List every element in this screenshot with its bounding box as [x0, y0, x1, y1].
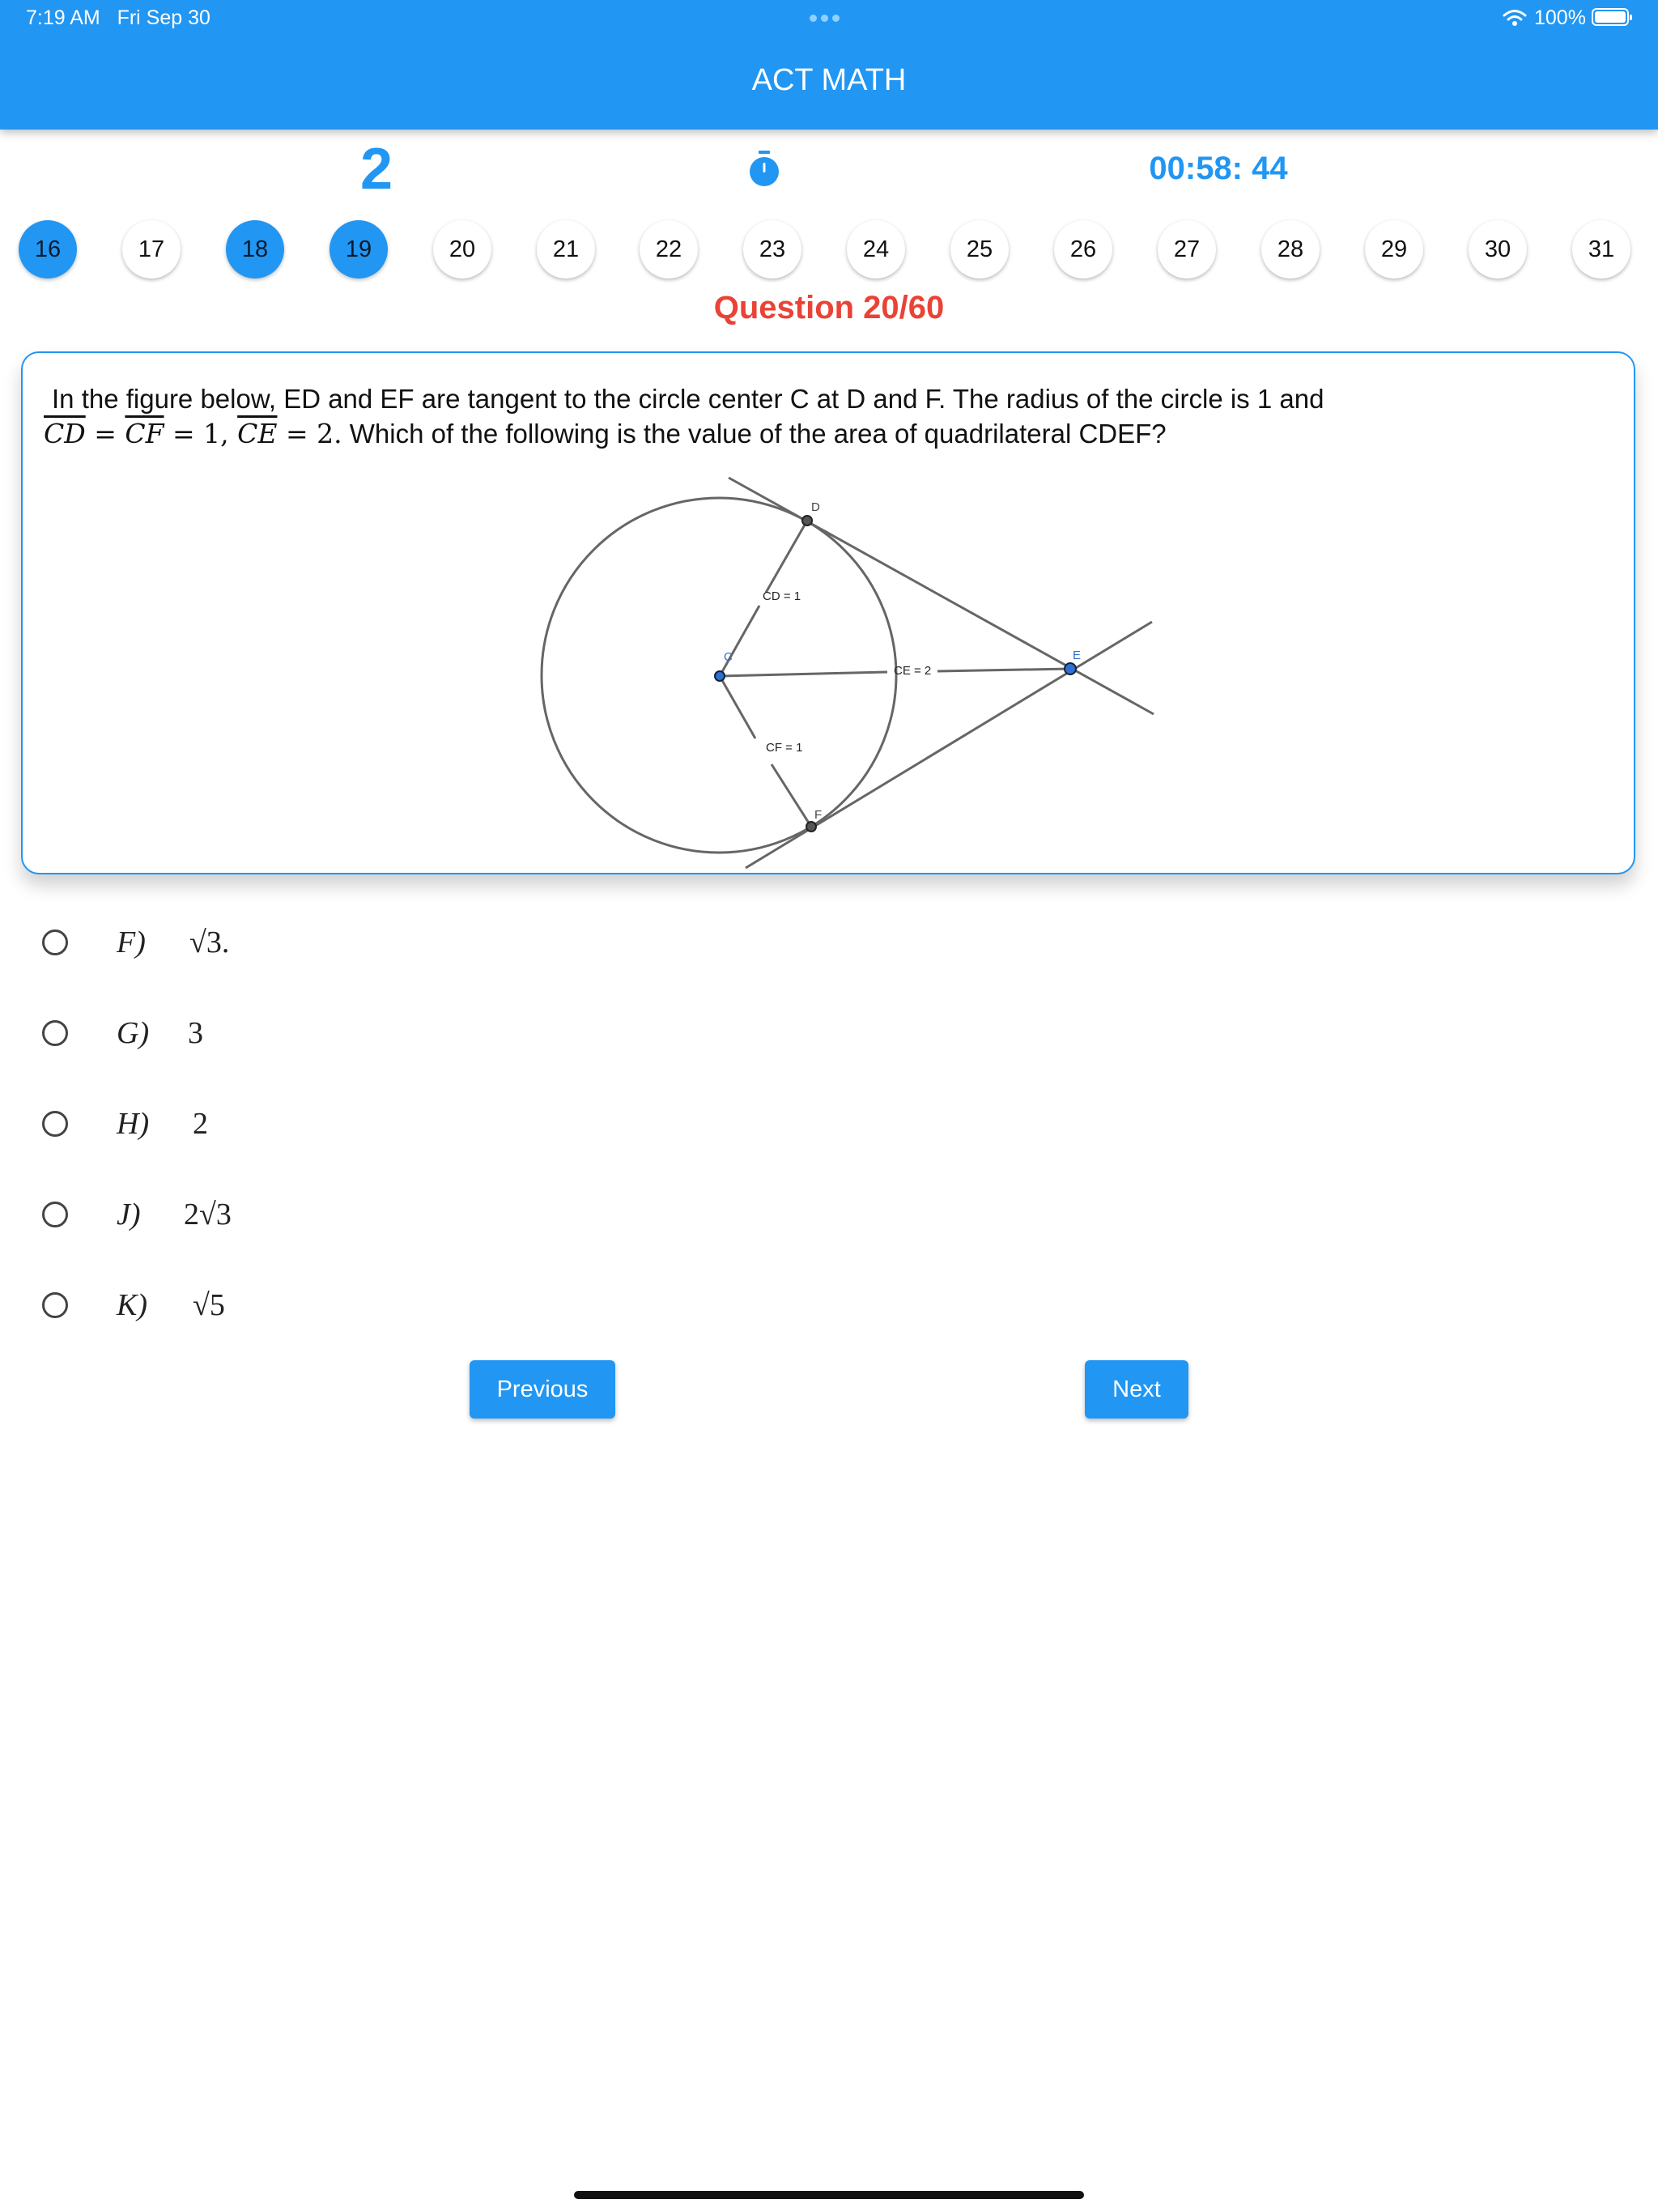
label-c: C — [724, 650, 733, 664]
label-cd-length: CD = 1 — [763, 589, 801, 603]
countdown-timer: 00:58: 44 — [1149, 151, 1288, 186]
radio-icon[interactable] — [42, 1111, 68, 1137]
radio-icon[interactable] — [42, 1020, 68, 1046]
wifi-icon — [1503, 10, 1527, 26]
stopwatch-icon — [750, 151, 779, 186]
question-nav-item[interactable]: 25 — [950, 220, 1009, 279]
battery-percent: 100% — [1534, 6, 1586, 29]
page-title: ACT MATH — [751, 63, 907, 97]
question-nav-item[interactable]: 29 — [1365, 220, 1423, 279]
question-nav-item[interactable]: 17 — [122, 220, 181, 279]
label-cf-length: CF = 1 — [766, 741, 802, 755]
option-value: √5 — [193, 1288, 225, 1322]
question-navigator: 16 17 18 19 20 21 22 23 24 25 26 27 28 29 30 31 — [0, 220, 1658, 285]
point-d — [801, 515, 813, 526]
option-value: 3 — [188, 1016, 203, 1050]
radio-icon[interactable] — [42, 929, 68, 955]
battery-icon — [1592, 8, 1632, 26]
segment-ce — [719, 670, 888, 678]
question-nav-item[interactable]: 19 — [329, 220, 388, 279]
next-button[interactable]: Next — [1085, 1360, 1188, 1419]
option-h[interactable]: H) 2 — [42, 1100, 208, 1148]
question-nav-item[interactable]: 24 — [847, 220, 905, 279]
tangent-line-ef — [745, 620, 1153, 870]
segment-cd — [718, 605, 761, 677]
status-time: 7:19 AM Fri Sep 30 — [26, 6, 210, 29]
question-number-label: Question 20/60 — [713, 290, 945, 325]
option-j[interactable]: J) 2√3 — [42, 1190, 232, 1239]
previous-button[interactable]: Previous — [470, 1360, 615, 1419]
multitasking-dots-icon[interactable] — [810, 11, 848, 24]
point-e — [1064, 662, 1077, 675]
point-c — [714, 670, 725, 682]
question-nav-item[interactable]: 22 — [640, 220, 698, 279]
segment-cd-upper — [764, 520, 809, 593]
option-letter: G) — [117, 1016, 150, 1050]
option-letter: K) — [117, 1288, 147, 1322]
question-nav-item[interactable]: 18 — [226, 220, 284, 279]
option-value: √3. — [189, 925, 230, 959]
question-card: In the figure below, ED and EF are tange… — [21, 351, 1635, 874]
question-nav-item[interactable]: 28 — [1261, 220, 1320, 279]
app-bar: 7:19 AM Fri Sep 30 100% ACT MATH — [0, 0, 1658, 130]
radio-icon[interactable] — [42, 1202, 68, 1227]
point-f — [806, 821, 817, 832]
option-letter: F) — [117, 925, 146, 959]
label-f: F — [814, 808, 822, 822]
question-nav-item[interactable]: 21 — [537, 220, 595, 279]
question-nav-item[interactable]: 27 — [1158, 220, 1216, 279]
question-nav-item[interactable]: 20 — [433, 220, 491, 279]
label-e: E — [1073, 649, 1081, 662]
question-nav-item[interactable]: 30 — [1469, 220, 1527, 279]
option-letter: J) — [117, 1197, 141, 1231]
radio-icon[interactable] — [42, 1292, 68, 1318]
score-counter: 2 — [359, 137, 393, 202]
question-nav-item[interactable]: 23 — [743, 220, 801, 279]
segment-cf — [718, 675, 757, 739]
option-f[interactable]: F) √3. — [42, 918, 229, 967]
label-d: D — [811, 500, 820, 514]
option-letter: H) — [117, 1107, 150, 1141]
option-g[interactable]: G) 3 — [42, 1009, 203, 1057]
label-ce-length: CE = 2 — [894, 664, 931, 678]
option-k[interactable]: K) √5 — [42, 1281, 225, 1329]
segment-ce-right — [937, 667, 1071, 673]
option-value: 2√3 — [184, 1197, 232, 1231]
question-nav-item[interactable]: 26 — [1054, 220, 1112, 279]
geometry-figure: D C E F CD = 1 CE = 2 CF = 1 — [540, 476, 1154, 870]
question-nav-item[interactable]: 31 — [1572, 220, 1630, 279]
home-indicator[interactable] — [574, 2191, 1084, 2199]
option-value: 2 — [193, 1107, 208, 1141]
segment-cf-lower — [770, 764, 813, 827]
question-nav-item[interactable]: 16 — [19, 220, 77, 279]
